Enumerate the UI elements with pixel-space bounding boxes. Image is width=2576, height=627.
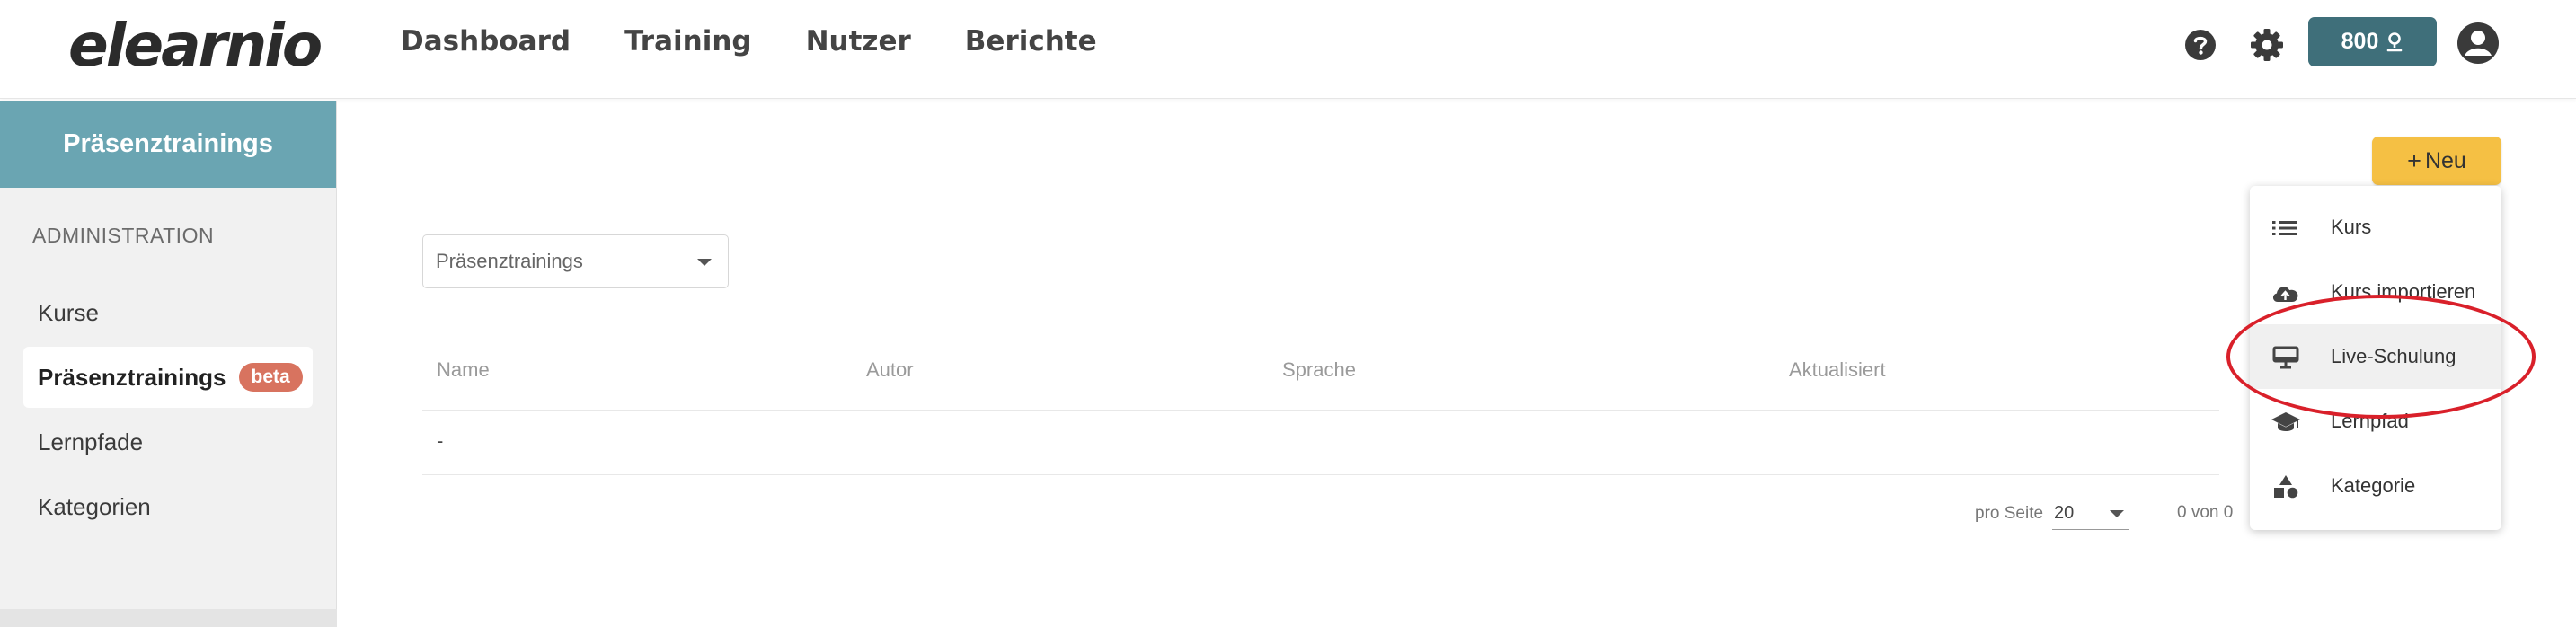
menu-item-kurs-importieren[interactable]: Kurs importieren (2250, 260, 2501, 324)
nav-berichte[interactable]: Berichte (965, 25, 1097, 57)
menu-item-kurs[interactable]: Kurs (2250, 195, 2501, 260)
pagination-count: 0 von 0 (2177, 503, 2234, 522)
chevron-down-icon (697, 259, 712, 266)
column-header-autor[interactable]: Autor (866, 358, 914, 382)
graduation-cap-icon (2271, 412, 2300, 431)
column-header-name[interactable]: Name (437, 358, 490, 382)
sidebar-item-kategorien[interactable]: Kategorien (23, 476, 313, 537)
sidebar-item-label: Präsenztrainings (38, 363, 226, 391)
sidebar-item-label: Kurse (38, 298, 99, 326)
menu-item-lernpfad[interactable]: Lernpfad (2250, 389, 2501, 454)
per-page-label: pro Seite (1975, 504, 2044, 523)
sidebar-footer (0, 609, 337, 627)
sidebar-item-praesenztrainings[interactable]: Präsenztrainings beta (23, 347, 313, 408)
sidebar-item-label: Lernpfade (38, 428, 144, 455)
per-page-value: 20 (2054, 503, 2075, 523)
sidebar-item-label: Kategorien (38, 492, 151, 520)
nav-nutzer[interactable]: Nutzer (806, 25, 911, 57)
plus-icon: + (2407, 146, 2421, 174)
sidebar: Präsenztrainings ADMINISTRATION Kurse Pr… (0, 101, 337, 627)
row-divider (422, 474, 2219, 475)
main-nav: Dashboard Training Nutzer Berichte (401, 25, 1097, 57)
column-header-sprache[interactable]: Sprache (1282, 358, 1356, 382)
elearnio-logo[interactable]: elearnio (68, 11, 323, 80)
section-label-administration: ADMINISTRATION (32, 224, 215, 247)
sidebar-title: Präsenztrainings (0, 101, 336, 188)
new-button-label: Neu (2424, 147, 2466, 173)
table-cell-empty: - (437, 429, 444, 452)
type-filter-select[interactable]: Präsenztrainings (422, 234, 729, 288)
header-divider (422, 410, 2219, 411)
beta-badge: beta (238, 363, 303, 392)
credits-button[interactable]: 800 (2308, 17, 2437, 66)
list-icon (2272, 221, 2297, 235)
sidebar-item-lernpfade[interactable]: Lernpfade (23, 411, 313, 472)
column-header-aktualisiert[interactable]: Aktualisiert (1789, 358, 1886, 382)
top-header: elearnio Dashboard Training Nutzer Beric… (0, 0, 2576, 99)
nav-training[interactable]: Training (624, 25, 752, 57)
sidebar-item-kurse[interactable]: Kurse (23, 282, 313, 343)
new-dropdown-menu: Kurs Kurs importieren Live-Schulung Lern… (2250, 186, 2501, 530)
per-page-select[interactable]: 20 (2052, 496, 2129, 530)
cloud-upload-icon (2272, 287, 2298, 302)
filter-value: Präsenztrainings (436, 250, 583, 272)
menu-item-label: Kategorie (2331, 474, 2416, 497)
help-icon[interactable] (2182, 27, 2218, 63)
new-button[interactable]: + Neu (2372, 137, 2501, 185)
menu-item-label: Lernpfad (2331, 410, 2409, 432)
credits-value: 800 (2341, 29, 2379, 54)
presentation-board-icon (2272, 346, 2299, 369)
nav-dashboard[interactable]: Dashboard (401, 25, 571, 57)
menu-item-label: Live-Schulung (2331, 345, 2456, 367)
menu-item-label: Kurs importieren (2331, 280, 2476, 303)
chevron-down-icon (2110, 510, 2124, 517)
menu-item-live-schulung[interactable]: Live-Schulung (2250, 324, 2501, 389)
menu-item-label: Kurs (2331, 216, 2372, 238)
shapes-icon (2274, 475, 2298, 499)
menu-item-kategorie[interactable]: Kategorie (2250, 454, 2501, 518)
credit-icon (2387, 31, 2403, 51)
user-avatar-icon[interactable] (2456, 21, 2501, 66)
gear-icon[interactable] (2249, 27, 2285, 63)
